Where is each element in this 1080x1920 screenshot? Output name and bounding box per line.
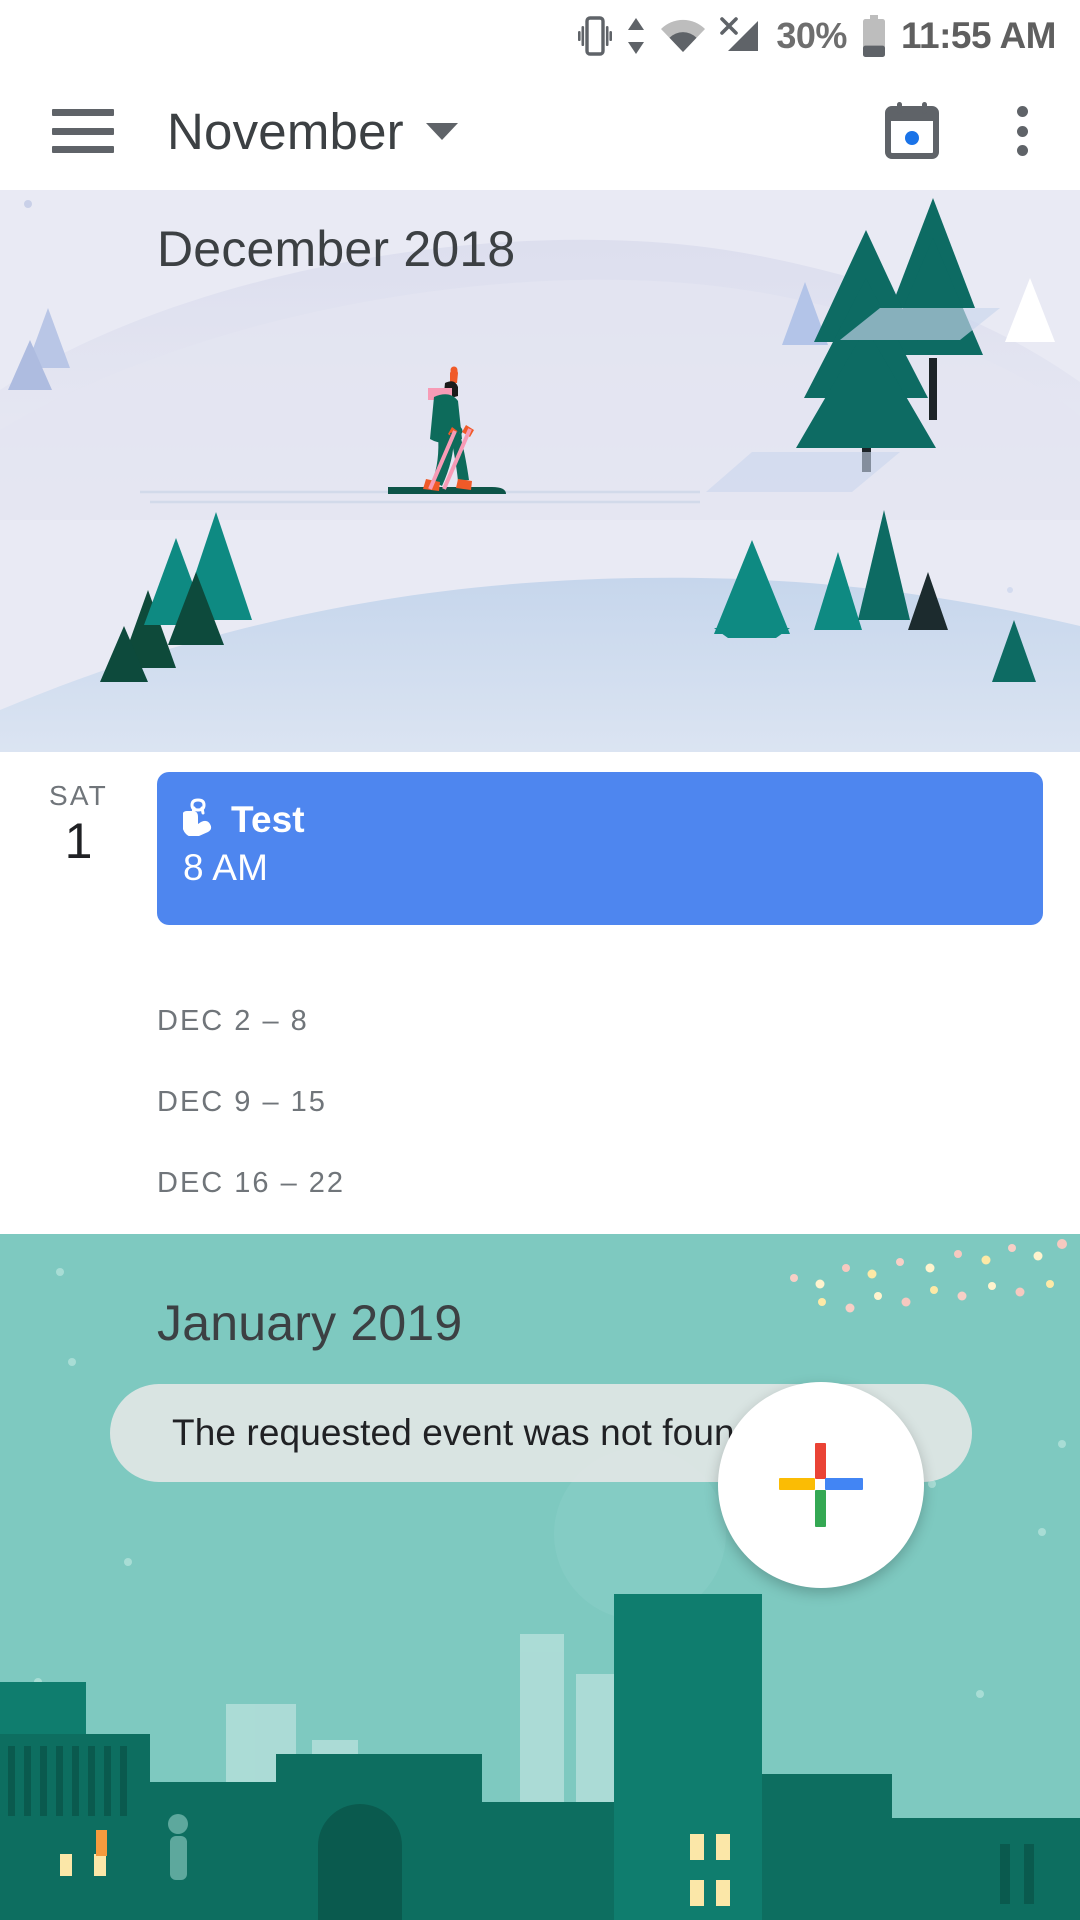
page-title[interactable]: November <box>167 106 404 157</box>
google-plus-create-icon <box>779 1443 863 1527</box>
hero-january-label: January 2019 <box>157 1295 463 1351</box>
week-range-label: DEC 16 – 22 <box>157 1167 346 1199</box>
status-bar: 30% 11:55 AM <box>0 0 1080 72</box>
vibrate-icon <box>578 16 613 56</box>
battery-percent-label: 30% <box>776 15 847 56</box>
week-range-row[interactable]: DEC 16 – 22 <box>0 1143 1080 1224</box>
date-column[interactable]: SAT 1 <box>0 752 157 925</box>
chevron-down-icon[interactable] <box>425 122 458 140</box>
agenda-day-row: SAT 1 Test 8 AM <box>0 752 1080 925</box>
create-event-fab[interactable] <box>718 1382 924 1588</box>
hero-december-label: December 2018 <box>157 221 516 277</box>
app-bar: November <box>0 72 1080 190</box>
week-range-label: DEC 2 – 8 <box>157 1005 309 1037</box>
today-calendar-icon[interactable] <box>884 102 940 160</box>
week-range-row[interactable]: DEC 2 – 8 <box>0 981 1080 1062</box>
more-vert-icon[interactable] <box>996 103 1048 159</box>
event-chip[interactable]: Test 8 AM <box>157 772 1043 925</box>
reminder-finger-string-icon <box>182 798 217 841</box>
hamburger-menu-icon[interactable] <box>52 109 114 153</box>
snackbar-message: The requested event was not found. <box>172 1412 766 1453</box>
status-bar-clock: 11:55 AM <box>900 15 1057 56</box>
week-range-label: DEC 9 – 15 <box>157 1086 327 1118</box>
data-transfer-icon <box>626 16 646 56</box>
event-title-line: Test <box>182 798 1043 841</box>
event-title: Test <box>231 798 305 840</box>
hero-january-illustration: January 2019 <box>0 1234 1080 1920</box>
wifi-icon <box>660 18 706 54</box>
week-range-row[interactable]: DEC 9 – 15 <box>0 1062 1080 1143</box>
day-of-week-label: SAT <box>49 780 108 811</box>
day-number-label: 1 <box>64 813 93 869</box>
event-time: 8 AM <box>183 847 269 888</box>
no-sim-signal-icon <box>720 17 762 55</box>
agenda-spacer <box>0 925 1080 981</box>
hero-december-illustration: December 2018 <box>0 190 1080 752</box>
battery-icon <box>861 15 887 57</box>
